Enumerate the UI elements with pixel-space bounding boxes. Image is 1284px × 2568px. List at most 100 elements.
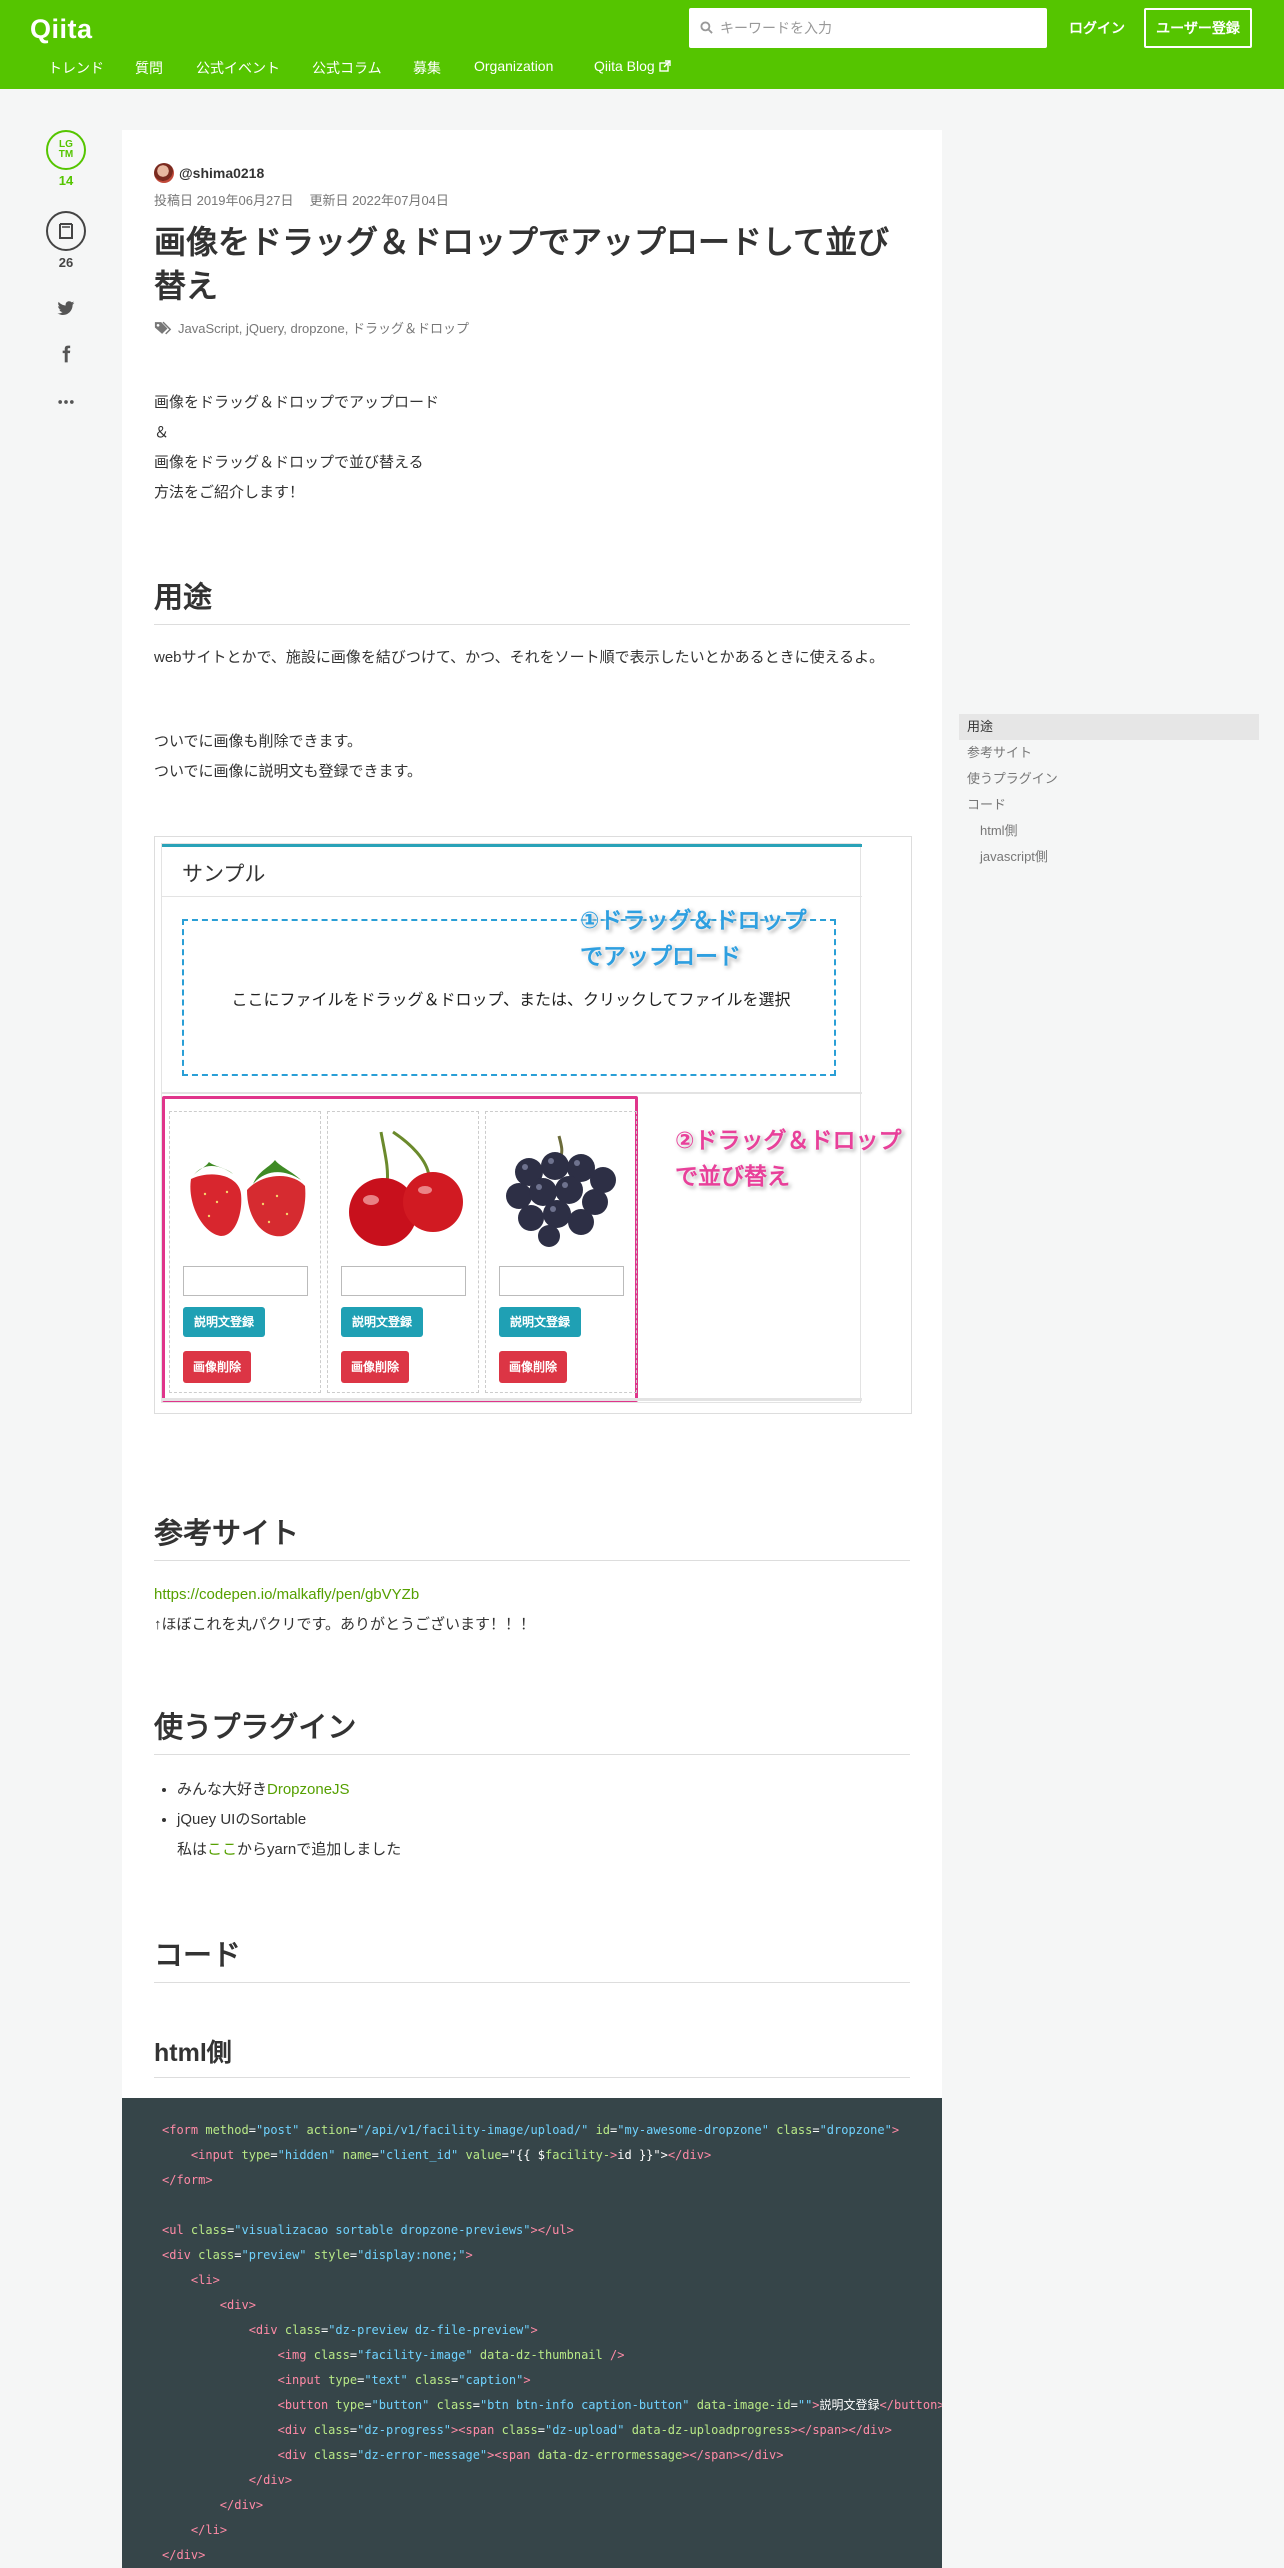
table-of-contents: 用途 参考サイト 使うプラグイン コード html側 javascript側 bbox=[959, 714, 1259, 870]
article-dates: 投稿日 2019年06月27日 更新日 2022年07月04日 bbox=[154, 190, 449, 209]
intro-line: 方法をご紹介します！ bbox=[154, 484, 305, 501]
register-caption-button: 説明文登録 bbox=[499, 1307, 582, 1337]
reference-link[interactable]: https://codepen.io/malkafly/pen/gbVYZb bbox=[154, 1586, 419, 1603]
more-icon[interactable] bbox=[56, 392, 76, 412]
sample-title: サンプル bbox=[182, 863, 266, 886]
caption-input bbox=[183, 1266, 308, 1296]
avatar[interactable] bbox=[154, 163, 174, 183]
nav-trend[interactable]: トレンド bbox=[48, 58, 104, 78]
toc-item[interactable]: コード bbox=[959, 792, 1259, 818]
divider bbox=[162, 896, 862, 897]
divider bbox=[162, 1092, 862, 1094]
heading-html: html側 bbox=[154, 2033, 910, 2078]
toc-item[interactable]: 参考サイト bbox=[959, 740, 1259, 766]
usage-paragraph-2: ついでに画像も削除できます。 ついでに画像に説明文も登録できます。 bbox=[154, 727, 914, 787]
callout-sort: ②ドラッグ＆ドロップ で並び替え bbox=[675, 1122, 901, 1194]
nav-official-columns[interactable]: 公式コラム bbox=[312, 58, 382, 78]
delete-image-button: 画像削除 bbox=[183, 1351, 252, 1383]
tag-javascript[interactable]: JavaScript bbox=[178, 321, 239, 336]
plugin-note-prefix: 私は bbox=[177, 1841, 208, 1858]
caption-input bbox=[499, 1266, 624, 1296]
image-card: 説明文登録 画像削除 bbox=[169, 1111, 321, 1393]
register-caption-button: 説明文登録 bbox=[183, 1307, 266, 1337]
code-block[interactable]: <form method="post" action="/api/v1/faci… bbox=[122, 2098, 942, 2568]
divider bbox=[162, 1398, 862, 1401]
intro-paragraph: 画像をドラッグ＆ドロップでアップロード ＆ 画像をドラッグ＆ドロップで並び替える… bbox=[154, 388, 914, 508]
dropzone-text: ここにファイルをドラッグ＆ドロップ、または、クリックしてファイルを選択 bbox=[231, 992, 791, 1009]
lgtm-button[interactable]: LG TM bbox=[46, 130, 86, 170]
here-link[interactable]: ここ bbox=[207, 1841, 237, 1858]
search-icon bbox=[700, 21, 713, 34]
sample-panel: サンプル ここにファイルをドラッグ＆ドロップ、または、クリックしてファイルを選択… bbox=[161, 843, 901, 1403]
plugin-item-text: みんな大好き bbox=[177, 1781, 268, 1798]
search-box[interactable] bbox=[689, 8, 1047, 48]
updated-date: 更新日 2022年07月04日 bbox=[309, 193, 449, 208]
posted-date: 投稿日 2019年06月27日 bbox=[154, 193, 294, 208]
heading-plugins: 使うプラグイン bbox=[154, 1704, 910, 1755]
usage-paragraph-1: webサイトとかで、施設に画像を結びつけて、かつ、それをソート順で表示したいとか… bbox=[154, 649, 885, 666]
qiita-logo[interactable]: Qiita bbox=[30, 14, 93, 45]
cherry-image bbox=[341, 1124, 466, 1249]
sample-figure: サンプル ここにファイルをドラッグ＆ドロップ、または、クリックしてファイルを選択… bbox=[154, 836, 912, 1414]
search-input[interactable] bbox=[720, 16, 1035, 40]
plugin-note-suffix: からyarnで追加しました bbox=[237, 1841, 402, 1858]
strawberry-image bbox=[183, 1124, 308, 1249]
signup-button[interactable]: ユーザー登録 bbox=[1144, 8, 1252, 48]
intro-line: 画像をドラッグ＆ドロップで並び替える bbox=[154, 454, 424, 471]
callout-upload: ①ドラッグ＆ドロップ でアップロード bbox=[580, 902, 806, 974]
plugin-item-text: jQuey UIのSortable bbox=[177, 1811, 307, 1828]
reference-paragraph: https://codepen.io/malkafly/pen/gbVYZb ↑… bbox=[154, 1580, 914, 1640]
plugin-list: みんな大好きDropzoneJS jQuey UIのSortable 私はここか… bbox=[177, 1775, 877, 1865]
intro-line: ＆ bbox=[154, 424, 170, 441]
register-caption-button: 説明文登録 bbox=[341, 1307, 424, 1337]
usage-line: ついでに画像も削除できます。 bbox=[154, 733, 363, 750]
global-header: Qiita ログイン ユーザー登録 トレンド 質問 公式イベント 公式コラム 募… bbox=[0, 0, 1284, 89]
external-link-icon bbox=[659, 60, 671, 72]
tag-dropzone[interactable]: dropzone bbox=[291, 321, 345, 336]
nav-qiita-blog-label: Qiita Blog bbox=[594, 58, 655, 74]
delete-image-button: 画像削除 bbox=[499, 1351, 568, 1383]
nav-questions[interactable]: 質問 bbox=[135, 58, 163, 78]
heading-usage: 用途 bbox=[154, 574, 910, 625]
tag-jquery[interactable]: jQuery bbox=[246, 321, 283, 336]
callout-upload-line1: ①ドラッグ＆ドロップ bbox=[580, 907, 807, 933]
reference-note: ↑ほぼこれを丸パクリです。ありがとうございます！！！ bbox=[154, 1616, 536, 1633]
article-title: 画像をドラッグ＆ドロップでアップロードして並び替え bbox=[154, 224, 890, 304]
callout-sort-line1: ②ドラッグ＆ドロップ bbox=[675, 1127, 902, 1153]
usage-line: ついでに画像に説明文も登録できます。 bbox=[154, 763, 423, 780]
tag-list: JavaScript, jQuery, dropzone, ドラッグ＆ドロップ bbox=[154, 318, 469, 337]
nav-qiita-blog[interactable]: Qiita Blog bbox=[594, 58, 671, 74]
article: @shima0218 投稿日 2019年06月27日 更新日 2022年07月04… bbox=[122, 130, 942, 2568]
lgtm-count: 14 bbox=[58, 173, 74, 188]
login-button[interactable]: ログイン bbox=[1057, 8, 1137, 48]
grape-image bbox=[499, 1124, 624, 1249]
stock-button[interactable] bbox=[46, 211, 86, 251]
author-name[interactable]: @shima0218 bbox=[179, 165, 264, 181]
dropzonejs-link[interactable]: DropzoneJS bbox=[267, 1781, 350, 1798]
toc-item[interactable]: html側 bbox=[959, 818, 1259, 844]
nav-official-events[interactable]: 公式イベント bbox=[196, 58, 280, 78]
caption-input bbox=[341, 1266, 466, 1296]
tag-drag-and-drop[interactable]: ドラッグ＆ドロップ bbox=[352, 321, 469, 336]
sortable-highlight: 説明文登録 画像削除 説明文登録 画像削除 説明文登録 画像削除 bbox=[162, 1096, 638, 1402]
list-item: みんな大好きDropzoneJS bbox=[177, 1775, 877, 1805]
callout-sort-line2: で並び替え bbox=[675, 1163, 790, 1189]
stock-icon bbox=[59, 223, 73, 239]
tag-icon bbox=[154, 321, 172, 335]
panel-accent-bar bbox=[162, 844, 862, 847]
image-card: 説明文登録 画像削除 bbox=[327, 1111, 479, 1393]
twitter-icon[interactable] bbox=[56, 298, 76, 318]
delete-image-button: 画像削除 bbox=[341, 1351, 410, 1383]
toc-item[interactable]: 使うプラグイン bbox=[959, 766, 1259, 792]
image-card: 説明文登録 画像削除 bbox=[485, 1111, 637, 1393]
callout-upload-line2: でアップロード bbox=[580, 943, 741, 969]
nav-recruit[interactable]: 募集 bbox=[413, 58, 441, 78]
facebook-icon[interactable] bbox=[56, 344, 76, 364]
nav-organization[interactable]: Organization bbox=[474, 58, 553, 74]
code-content: <form method="post" action="/api/v1/faci… bbox=[162, 2123, 942, 2562]
lgtm-label-line2: TM bbox=[58, 149, 74, 160]
toc-item[interactable]: javascript側 bbox=[959, 844, 1259, 870]
stock-count: 26 bbox=[58, 255, 74, 270]
toc-item[interactable]: 用途 bbox=[959, 714, 1259, 740]
heading-reference: 参考サイト bbox=[154, 1510, 910, 1561]
